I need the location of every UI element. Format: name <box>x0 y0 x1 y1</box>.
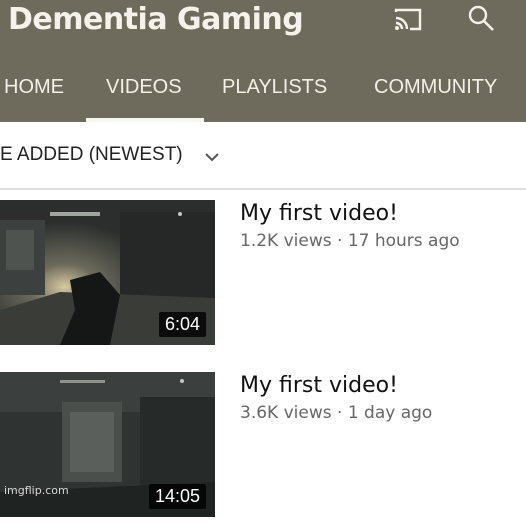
view-count: 1.2K views <box>240 231 332 251</box>
upload-age: 17 hours ago <box>347 231 460 251</box>
channel-title: Dementia Gaming <box>8 2 304 37</box>
view-count: 3.6K views <box>240 403 332 423</box>
cast-icon[interactable] <box>393 4 423 34</box>
video-duration: 6:04 <box>158 312 206 337</box>
tab-community[interactable]: COMMUNITY <box>374 76 497 99</box>
tab-videos[interactable]: VIDEOS <box>106 76 182 99</box>
upload-age: 1 day ago <box>347 403 433 423</box>
sort-label: E ADDED (NEWEST) <box>0 144 183 165</box>
meta-separator: · <box>331 403 348 423</box>
chevron-down-icon <box>205 153 219 162</box>
tab-home[interactable]: HOME <box>4 76 64 99</box>
meta-separator: · <box>331 231 348 251</box>
video-thumbnail[interactable]: 6:04 <box>0 200 215 345</box>
video-duration: 14:05 <box>148 484 206 509</box>
video-metadata: 1.2K views · 17 hours ago <box>240 231 460 251</box>
sort-dropdown[interactable]: E ADDED (NEWEST) <box>0 122 526 190</box>
channel-tabs: HOME VIDEOS PLAYLISTS COMMUNITY <box>0 66 526 122</box>
watermark: imgflip.com <box>4 484 69 497</box>
channel-header: Dementia Gaming HOME VIDEOS PLAYLISTS CO… <box>0 0 526 122</box>
search-icon[interactable] <box>466 4 496 34</box>
video-title[interactable]: My first video! <box>240 201 398 226</box>
video-list-item[interactable]: 6:04 My first video! 1.2K views · 17 hou… <box>0 200 526 350</box>
video-title[interactable]: My first video! <box>240 373 398 398</box>
video-metadata: 3.6K views · 1 day ago <box>240 403 432 423</box>
tab-playlists[interactable]: PLAYLISTS <box>222 76 327 99</box>
video-list-item[interactable]: 14:05 My first video! 3.6K views · 1 day… <box>0 372 526 522</box>
